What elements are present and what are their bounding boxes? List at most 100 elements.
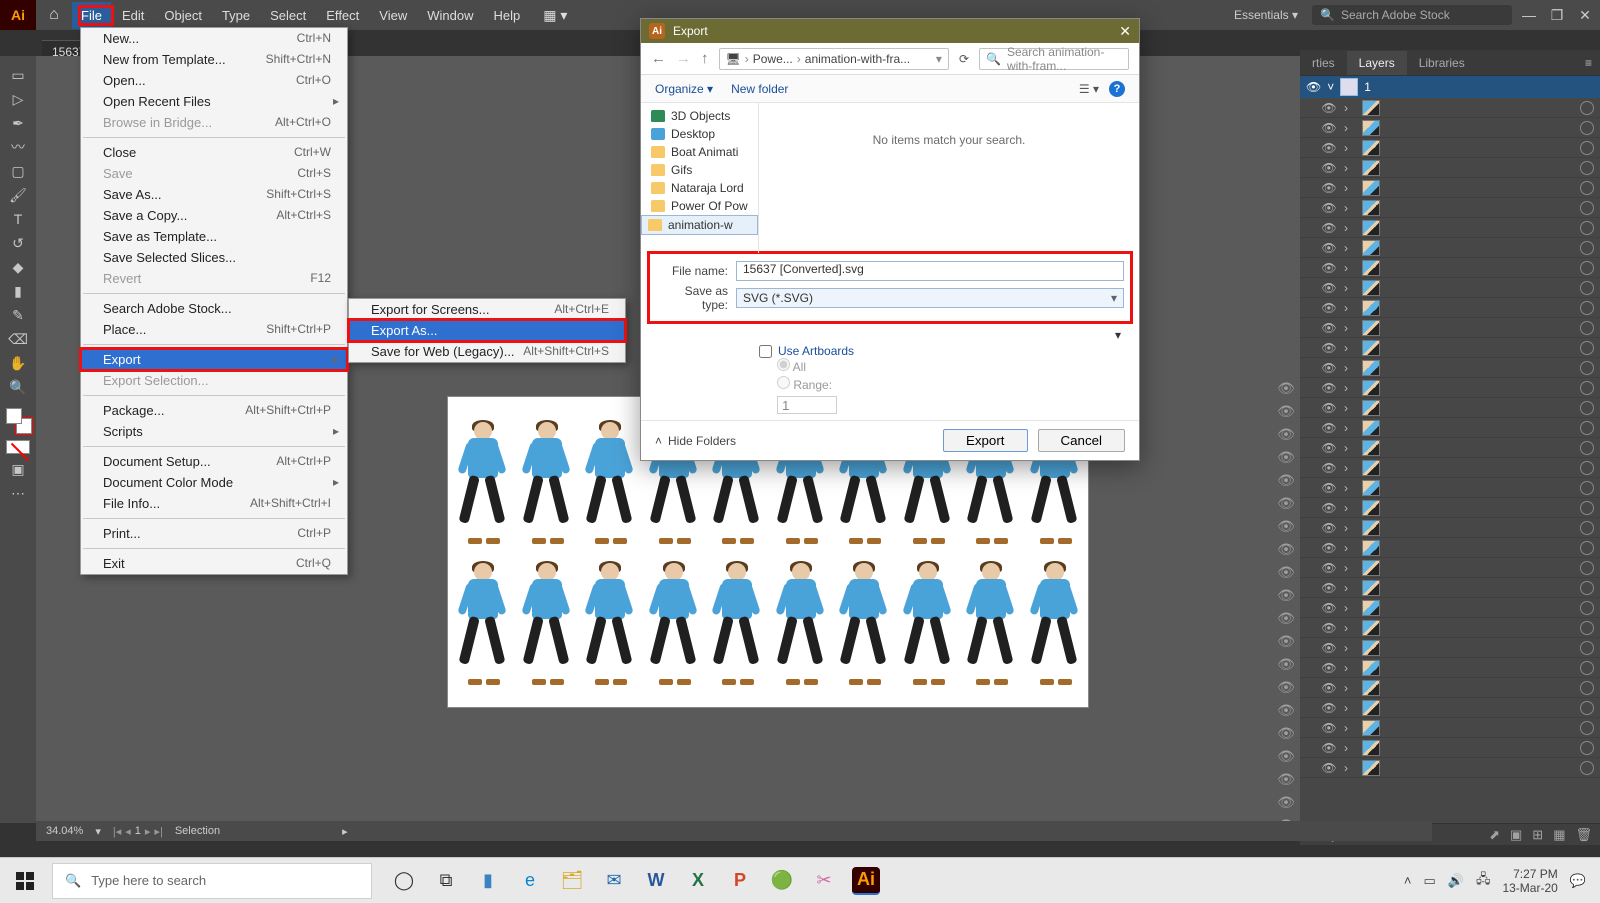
target-icon[interactable]	[1580, 641, 1594, 655]
visibility-icon[interactable]: 👁	[1320, 761, 1338, 775]
visibility-icon[interactable]: 👁	[1320, 341, 1338, 355]
layer-row[interactable]: 👁›	[1300, 458, 1600, 478]
layer-root[interactable]: 👁 ˅ 1	[1300, 76, 1600, 98]
up-icon[interactable]: ↑	[701, 50, 709, 67]
layer-row[interactable]: 👁›	[1300, 378, 1600, 398]
target-icon[interactable]	[1580, 601, 1594, 615]
direct-selection-tool-icon[interactable]: ▷	[4, 88, 32, 110]
layer-row[interactable]: 👁›	[1300, 118, 1600, 138]
target-icon[interactable]	[1580, 341, 1594, 355]
expand-icon[interactable]: ›	[1344, 101, 1356, 115]
chevron-down-icon[interactable]: ▾	[936, 52, 942, 66]
expand-icon[interactable]: ›	[1344, 741, 1356, 755]
last-artboard-icon[interactable]: ▸|	[154, 825, 162, 838]
tray-chevron-icon[interactable]: ˄	[1404, 873, 1412, 888]
visibility-icon[interactable]: 👁	[1320, 461, 1338, 475]
visibility-icon[interactable]: 👁	[1277, 541, 1295, 558]
export-submenu-item[interactable]: Save for Web (Legacy)...Alt+Shift+Ctrl+S	[349, 341, 625, 362]
word-icon[interactable]: W	[642, 867, 670, 895]
expand-icon[interactable]: ›	[1344, 121, 1356, 135]
savetype-select[interactable]: SVG (*.SVG)▾	[736, 288, 1124, 308]
artboard-number[interactable]: 1	[135, 825, 141, 837]
visibility-icon[interactable]: 👁	[1277, 794, 1295, 811]
help-icon[interactable]: ?	[1109, 81, 1125, 97]
volume-icon[interactable]: 🔊	[1448, 873, 1464, 889]
hide-folders-toggle[interactable]: ˄ Hide Folders	[655, 434, 736, 448]
range-input[interactable]	[777, 396, 837, 414]
target-icon[interactable]	[1580, 161, 1594, 175]
file-menu-item[interactable]: Place...Shift+Ctrl+P	[81, 319, 347, 340]
visibility-icon[interactable]: 👁	[1320, 601, 1338, 615]
paintbrush-tool-icon[interactable]: 🖌	[4, 184, 32, 206]
view-switch-icon[interactable]: ☰ ▾	[1079, 82, 1099, 96]
target-icon[interactable]	[1580, 441, 1594, 455]
explorer-icon[interactable]: ▮	[474, 867, 502, 895]
expand-icon[interactable]: ›	[1344, 321, 1356, 335]
visibility-icon[interactable]: 👁	[1320, 661, 1338, 675]
layer-row[interactable]: 👁›	[1300, 738, 1600, 758]
visibility-icon[interactable]: 👁	[1320, 541, 1338, 555]
gradient-tool-icon[interactable]: ▮	[4, 280, 32, 302]
layer-row[interactable]: 👁›	[1300, 358, 1600, 378]
folder-item[interactable]: Gifs	[641, 161, 758, 179]
layer-row[interactable]: 👁›	[1300, 478, 1600, 498]
layer-row[interactable]: 👁›	[1300, 518, 1600, 538]
expand-icon[interactable]: ›	[1344, 141, 1356, 155]
target-icon[interactable]	[1580, 301, 1594, 315]
visibility-icon[interactable]: 👁	[1320, 101, 1338, 115]
visibility-icon[interactable]: 👁	[1320, 221, 1338, 235]
visibility-icon[interactable]: 👁	[1320, 481, 1338, 495]
create-sublayer-icon[interactable]: ⊞	[1532, 827, 1543, 843]
file-menu-item[interactable]: Open...Ctrl+O	[81, 70, 347, 91]
folder-item[interactable]: Boat Animati	[641, 143, 758, 161]
first-artboard-icon[interactable]: |◂	[113, 825, 121, 838]
visibility-icon[interactable]: 👁	[1277, 380, 1295, 397]
menu-window[interactable]: Window	[418, 2, 482, 29]
visibility-icon[interactable]: 👁	[1320, 741, 1338, 755]
folder-item[interactable]: Power Of Pow	[641, 197, 758, 215]
organize-link[interactable]: Organize ▾	[655, 82, 713, 96]
expand-icon[interactable]: ›	[1344, 201, 1356, 215]
target-icon[interactable]	[1580, 321, 1594, 335]
target-icon[interactable]	[1580, 481, 1594, 495]
file-menu-item[interactable]: Save as Template...	[81, 226, 347, 247]
visibility-icon[interactable]: 👁	[1320, 521, 1338, 535]
file-menu-item[interactable]: Scripts	[81, 421, 347, 442]
battery-icon[interactable]: ▭	[1423, 873, 1435, 889]
menu-view[interactable]: View	[370, 2, 416, 29]
expand-icon[interactable]: ›	[1344, 561, 1356, 575]
expand-icon[interactable]: ›	[1344, 361, 1356, 375]
file-menu-item[interactable]: Export	[81, 349, 347, 370]
chrome-icon[interactable]: 🟢	[768, 867, 796, 895]
taskbar-search[interactable]: 🔍 Type here to search	[52, 863, 372, 899]
menu-type[interactable]: Type	[213, 2, 259, 29]
layer-row[interactable]: 👁›	[1300, 218, 1600, 238]
zoom-tool-icon[interactable]: 🔍	[4, 376, 32, 398]
pen-tool-icon[interactable]: ✒	[4, 112, 32, 134]
target-icon[interactable]	[1580, 741, 1594, 755]
file-menu-item[interactable]: Print...Ctrl+P	[81, 523, 347, 544]
layer-row[interactable]: 👁›	[1300, 698, 1600, 718]
layer-row[interactable]: 👁›	[1300, 498, 1600, 518]
target-icon[interactable]	[1580, 361, 1594, 375]
layer-row[interactable]: 👁›	[1300, 718, 1600, 738]
prev-artboard-icon[interactable]: ◂	[125, 825, 131, 838]
expand-icon[interactable]: ›	[1344, 621, 1356, 635]
file-menu-item[interactable]: File Info...Alt+Shift+Ctrl+I	[81, 493, 347, 514]
file-menu-item[interactable]: New...Ctrl+N	[81, 28, 347, 49]
visibility-icon[interactable]: 👁	[1320, 141, 1338, 155]
refresh-icon[interactable]: ⟳	[959, 52, 969, 66]
visibility-icon[interactable]: 👁	[1320, 261, 1338, 275]
menu-select[interactable]: Select	[261, 2, 315, 29]
expand-icon[interactable]: ›	[1344, 601, 1356, 615]
target-icon[interactable]	[1580, 201, 1594, 215]
visibility-icon[interactable]: 👁	[1277, 495, 1295, 512]
expand-icon[interactable]: ›	[1344, 501, 1356, 515]
breadcrumb[interactable]: 🖥 › Powe... › animation-with-fra... ▾	[719, 48, 949, 70]
layer-row[interactable]: 👁›	[1300, 558, 1600, 578]
illustrator-taskbar-icon[interactable]: Ai	[852, 867, 880, 895]
expand-icon[interactable]: ›	[1344, 481, 1356, 495]
visibility-icon[interactable]: 👁	[1320, 181, 1338, 195]
menu-edit[interactable]: Edit	[113, 2, 153, 29]
menu-object[interactable]: Object	[155, 2, 211, 29]
